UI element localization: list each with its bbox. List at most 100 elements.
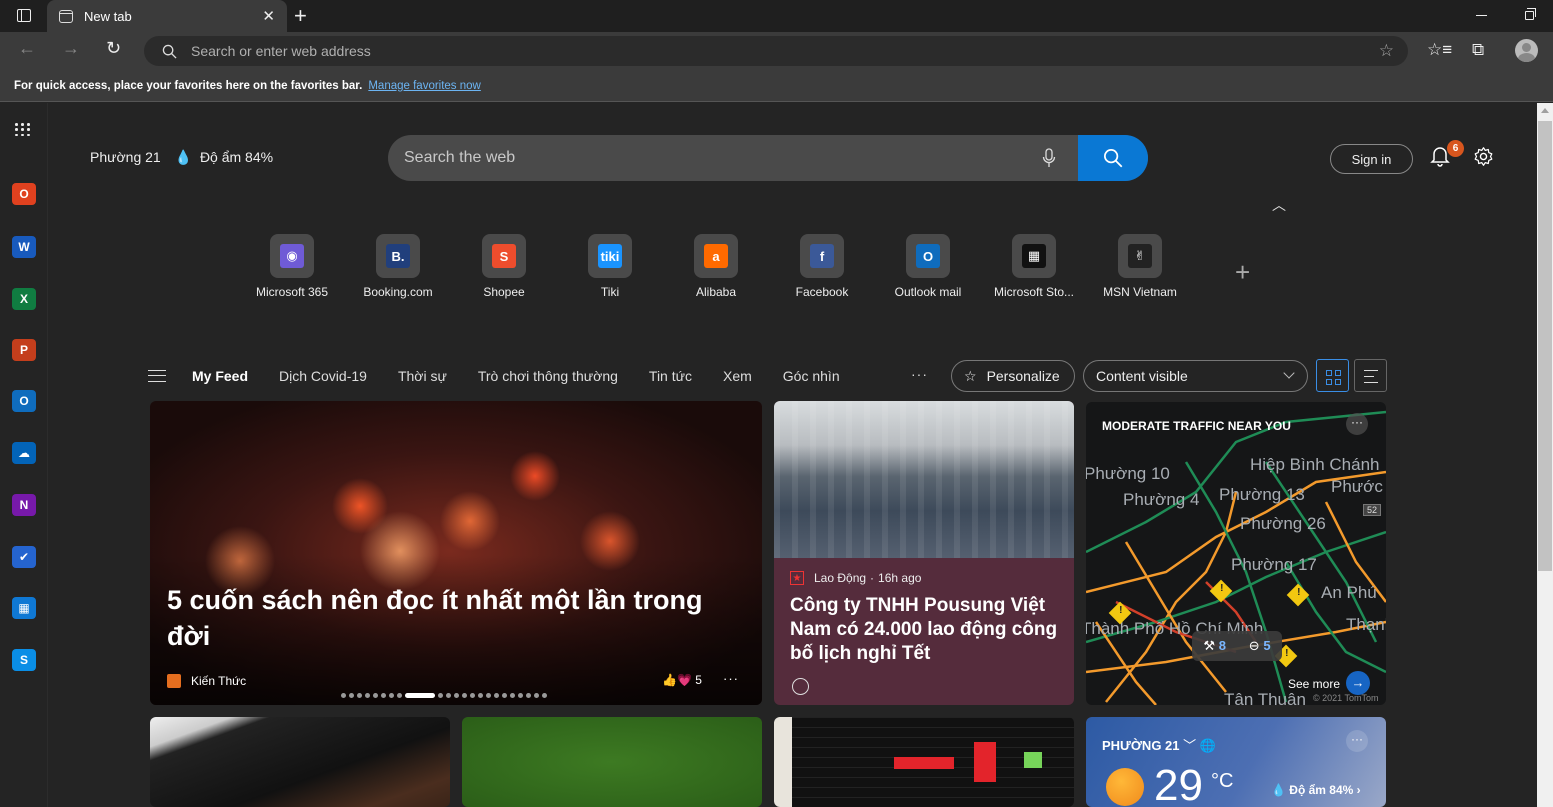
feed-tab[interactable]: Xem — [723, 368, 752, 384]
more-categories-button[interactable]: ··· — [911, 366, 928, 382]
app-office-icon[interactable]: O — [12, 183, 36, 205]
app-todo-icon[interactable]: ✔ — [12, 546, 36, 568]
app-onedrive-icon[interactable]: ☁ — [12, 442, 36, 464]
weather-location[interactable]: PHƯỜNG 21 ﹀ 🌐 — [1102, 735, 1216, 754]
sign-in-button[interactable]: Sign in — [1330, 144, 1413, 174]
football-article-card[interactable] — [462, 717, 762, 807]
feed-tab[interactable]: Trò chơi thông thường — [478, 368, 618, 384]
scrollbar-thumb[interactable] — [1538, 121, 1552, 571]
carousel-dot[interactable] — [357, 693, 362, 698]
weather-humidity[interactable]: 💧 Độ ẩm 84% › — [1271, 783, 1361, 797]
hero-article-title[interactable]: 5 cuốn sách nên đọc ít nhất một lần tron… — [167, 582, 727, 654]
carousel-dot[interactable] — [534, 693, 539, 698]
app-outlook-icon[interactable]: O — [12, 390, 36, 412]
carousel-dot[interactable] — [373, 693, 378, 698]
top-site-tile[interactable]: B. Booking.com — [345, 234, 451, 299]
hero-article-card[interactable]: 5 cuốn sách nên đọc ít nhất một lần tron… — [150, 401, 762, 705]
add-reaction-icon[interactable] — [792, 678, 809, 695]
top-site-tile[interactable]: tiki Tiki — [557, 234, 663, 299]
page-scrollbar[interactable] — [1537, 103, 1553, 807]
stock-market-article-card[interactable] — [150, 717, 450, 807]
favorites-icon[interactable]: ☆≡ — [1427, 40, 1452, 60]
carousel-dot[interactable] — [454, 693, 459, 698]
top-site-tile[interactable]: ◉ Microsoft 365 — [239, 234, 345, 299]
feed-menu-icon[interactable] — [148, 370, 166, 382]
minimize-button[interactable] — [1476, 15, 1487, 16]
carousel-dot[interactable] — [486, 693, 491, 698]
profile-avatar[interactable] — [1515, 39, 1538, 62]
feed-tab[interactable]: Thời sự — [398, 368, 447, 384]
collections-icon[interactable]: ⧉ — [1472, 40, 1484, 60]
top-site-tile[interactable]: S Shopee — [451, 234, 557, 299]
back-button[interactable]: ← — [18, 38, 36, 59]
carousel-dot[interactable] — [494, 693, 499, 698]
restore-button[interactable] — [1525, 8, 1536, 20]
close-tab-icon[interactable]: ✕ — [262, 7, 275, 25]
app-word-icon[interactable]: W — [12, 236, 36, 258]
list-view-toggle[interactable] — [1354, 359, 1387, 392]
grid-view-toggle[interactable] — [1316, 359, 1349, 392]
carousel-dot[interactable] — [381, 693, 386, 698]
app-calendar-icon[interactable]: ▦ — [12, 597, 36, 619]
add-favorite-icon[interactable]: ☆ — [1379, 41, 1394, 61]
carousel-dot[interactable] — [438, 693, 443, 698]
top-site-tile[interactable]: O Outlook mail — [875, 234, 981, 299]
microphone-icon[interactable] — [1042, 148, 1056, 168]
feed-tab[interactable]: Tin tức — [649, 368, 692, 384]
feed-tab[interactable]: Góc nhìn — [783, 368, 840, 384]
traffic-card[interactable]: MODERATE TRAFFIC NEAR YOU ··· Hiệp Bình … — [1086, 402, 1386, 705]
scroll-up-arrow-icon[interactable] — [1541, 108, 1549, 113]
carousel-dot[interactable] — [478, 693, 483, 698]
carousel-dot[interactable] — [365, 693, 370, 698]
app-skype-icon[interactable]: S — [12, 649, 36, 671]
new-tab-button[interactable]: + — [294, 3, 307, 29]
carousel-dot[interactable] — [446, 693, 451, 698]
tab-new-tab[interactable]: New tab ✕ — [47, 0, 287, 32]
carousel-dot[interactable] — [462, 693, 467, 698]
news-article-title[interactable]: Công ty TNHH Pousung Việt Nam có 24.000 … — [790, 594, 1065, 666]
app-excel-icon[interactable]: X — [12, 288, 36, 310]
carousel-dot[interactable] — [405, 693, 435, 698]
carousel-dot[interactable] — [397, 693, 402, 698]
add-site-button[interactable]: + — [1235, 257, 1250, 288]
app-powerpoint-icon[interactable]: P — [12, 339, 36, 361]
search-button[interactable] — [1078, 135, 1148, 181]
hero-reactions[interactable]: 👍💗 5 — [662, 673, 702, 687]
forward-button[interactable]: → — [62, 38, 80, 59]
address-input[interactable] — [191, 43, 1291, 59]
tab-actions-icon[interactable] — [17, 9, 31, 22]
personalize-button[interactable]: ☆ Personalize — [951, 360, 1075, 392]
manage-favorites-link[interactable]: Manage favorites now — [368, 80, 481, 92]
hero-more-options-button[interactable]: ··· — [723, 671, 739, 686]
weather-card[interactable]: PHƯỜNG 21 ﹀ 🌐 ··· 29 °C 💧 Độ ẩm 84% › — [1086, 717, 1386, 807]
content-visibility-dropdown[interactable]: Content visible — [1083, 360, 1308, 392]
globe-icon[interactable]: 🌐 — [1200, 738, 1216, 753]
weather-more-options-button[interactable]: ··· — [1346, 730, 1368, 752]
stock-board-article-card[interactable] — [774, 717, 1074, 807]
traffic-more-options-button[interactable]: ··· — [1346, 413, 1368, 435]
news-article-card[interactable]: ★ Lao Động · 16h ago Công ty TNHH Pousun… — [774, 401, 1074, 705]
top-site-tile[interactable]: f Facebook — [769, 234, 875, 299]
carousel-dot[interactable] — [526, 693, 531, 698]
app-onenote-icon[interactable]: N — [12, 494, 36, 516]
carousel-dot[interactable] — [510, 693, 515, 698]
carousel-dot[interactable] — [542, 693, 547, 698]
settings-gear-icon[interactable] — [1473, 146, 1494, 167]
carousel-dot[interactable] — [518, 693, 523, 698]
feed-tab[interactable]: My Feed — [192, 368, 248, 384]
refresh-button[interactable]: ↻ — [106, 38, 121, 59]
app-launcher-icon[interactable] — [15, 123, 31, 137]
web-search-input[interactable] — [404, 135, 1004, 181]
see-more-link[interactable]: See more — [1288, 677, 1340, 691]
see-more-arrow-button[interactable]: → — [1346, 671, 1370, 695]
carousel-dot[interactable] — [470, 693, 475, 698]
top-site-tile[interactable]: ▦ Microsoft Sto... — [981, 234, 1087, 299]
collapse-top-sites-icon[interactable]: ︿ — [1272, 195, 1286, 215]
top-site-tile[interactable]: a Alibaba — [663, 234, 769, 299]
carousel-dot[interactable] — [349, 693, 354, 698]
carousel-dot[interactable] — [341, 693, 346, 698]
address-bar[interactable]: ☆ — [144, 36, 1408, 66]
feed-tab[interactable]: Dịch Covid-19 — [279, 368, 367, 384]
weather-summary[interactable]: Phường 21 💧 Độ ẩm 84% — [90, 149, 273, 166]
carousel-dot[interactable] — [389, 693, 394, 698]
